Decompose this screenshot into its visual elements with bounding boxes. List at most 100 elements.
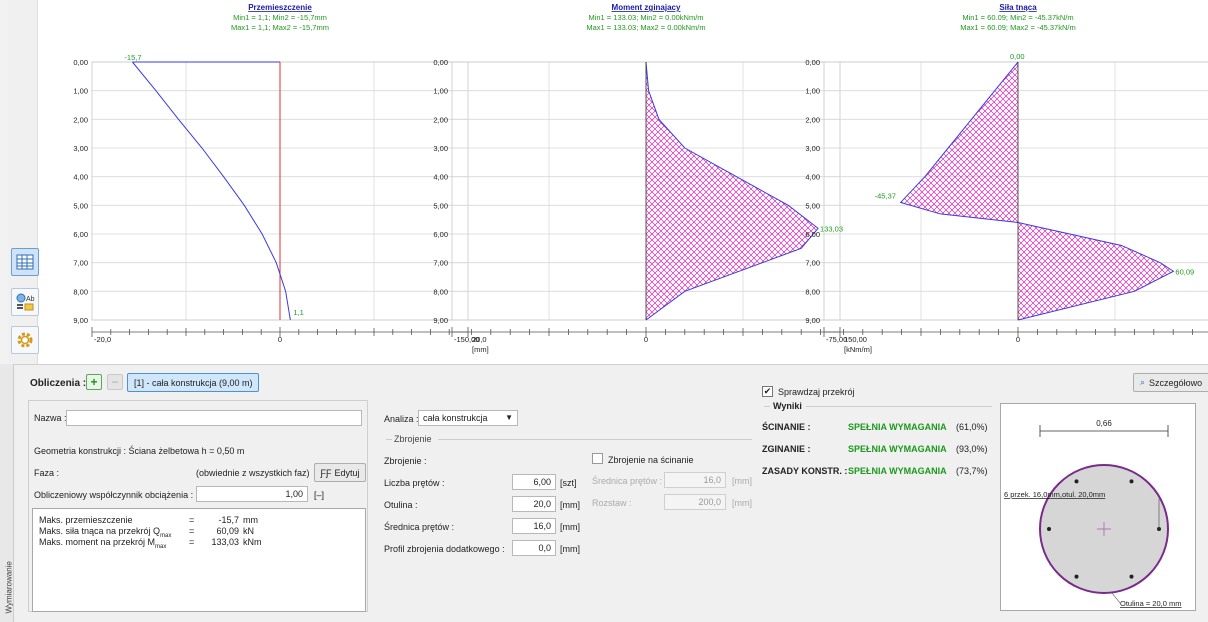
details-label: Szczegółowo bbox=[1149, 377, 1203, 388]
factor-label: Obliczeniowy współczynnik obciążenia : bbox=[34, 490, 194, 500]
y-tick-label: 4,00 bbox=[433, 173, 448, 182]
chart-minmax-line2: Max1 = 133.03; Max2 = 0.00kNm/m bbox=[586, 23, 705, 32]
group-line-right bbox=[438, 439, 752, 440]
y-tick-label: 2,00 bbox=[433, 115, 448, 124]
result-subscript: max bbox=[155, 543, 167, 550]
max-value-label: 60,09 bbox=[1175, 267, 1194, 276]
nazwa-input[interactable] bbox=[66, 410, 362, 426]
result-equals: = bbox=[189, 537, 195, 547]
cover-input[interactable]: 20,0 bbox=[512, 496, 556, 512]
chart-minmax-line1: Min1 = 1,1; Min2 = -15,7mm bbox=[233, 13, 327, 22]
shapes-text-icon: Ab bbox=[16, 293, 35, 311]
result-equals: = bbox=[189, 526, 195, 536]
faza-label: Faza : bbox=[34, 468, 60, 478]
edit-button[interactable]: ƑƑ Edytuj bbox=[314, 463, 366, 482]
plus-icon: + bbox=[90, 375, 98, 389]
x-tick-label: -20,0 bbox=[94, 335, 111, 344]
check-name: ŚCINANIE : bbox=[762, 422, 811, 432]
result-unit: kNm bbox=[243, 537, 262, 547]
x-unit-label: [kNm/m] bbox=[844, 345, 872, 354]
x-unit-label: [mm] bbox=[472, 345, 489, 354]
vertical-tab-label: Wymiarowanie bbox=[4, 561, 14, 614]
y-tick-label: 1,00 bbox=[433, 87, 448, 96]
check-row: ZGINANIE : SPEŁNIA WYMAGANIA (93,0%) bbox=[762, 444, 994, 466]
y-tick-label: 0,00 bbox=[805, 58, 820, 67]
shear-label: Zbrojenie na ścinanie bbox=[608, 455, 694, 465]
y-tick-label: 2,00 bbox=[805, 115, 820, 124]
bars-input[interactable]: 6,00 bbox=[512, 474, 556, 490]
y-tick-label: 3,00 bbox=[433, 144, 448, 153]
x-tick-label: 0 bbox=[278, 335, 282, 344]
shear-checkbox[interactable] bbox=[592, 453, 603, 464]
obliczenia-label: Obliczenia : bbox=[30, 378, 87, 389]
y-tick-label: 2,00 bbox=[73, 115, 88, 124]
spacing-unit: [mm] bbox=[732, 498, 752, 508]
check-results: ŚCINANIE : SPEŁNIA WYMAGANIA (61,0%) ZGINAN… bbox=[762, 422, 994, 488]
remove-analysis-button[interactable]: − bbox=[107, 374, 123, 390]
y-tick-label: 0,00 bbox=[73, 58, 88, 67]
y-tick-label: 8,00 bbox=[805, 287, 820, 296]
y-tick-label: 6,00 bbox=[805, 230, 820, 239]
table-view-button[interactable] bbox=[11, 248, 39, 276]
chart-title: Siła tnąca bbox=[999, 3, 1037, 12]
nazwa-label: Nazwa : bbox=[34, 413, 67, 423]
result-value: 60,09 bbox=[216, 526, 239, 536]
y-tick-label: 5,00 bbox=[73, 201, 88, 210]
results-list: Maks. przemieszczenie = -15,7 mm Maks. siła … bbox=[39, 515, 289, 550]
bars-unit: [szt] bbox=[560, 478, 577, 488]
cover-leader bbox=[1111, 592, 1121, 604]
vertical-tab[interactable]: Wymiarowanie bbox=[0, 364, 14, 622]
check-status: SPEŁNIA WYMAGANIA bbox=[848, 444, 947, 454]
style-settings-button[interactable]: Ab bbox=[11, 288, 39, 316]
cover-label: Otulina : bbox=[384, 500, 418, 510]
analysis-item-button[interactable]: [1] - cała konstrukcja (9,00 m) bbox=[127, 373, 259, 392]
check-status: SPEŁNIA WYMAGANIA bbox=[848, 466, 947, 476]
factor-unit: [–] bbox=[314, 490, 325, 500]
min-value-label: -45,37 bbox=[875, 191, 896, 200]
result-row: Maks. siła tnąca na przekrój Qmax = 60,09 k… bbox=[39, 526, 289, 539]
result-row: Maks. moment na przekrój Mmax = 133,03 kNm bbox=[39, 537, 289, 550]
details-button[interactable]: ⌕ Szczegółowo bbox=[1133, 373, 1208, 392]
check-status: SPEŁNIA WYMAGANIA bbox=[848, 422, 947, 432]
chart-title: Moment zginajacy bbox=[612, 3, 681, 12]
spacing-input[interactable]: 200,0 bbox=[664, 494, 726, 510]
check-section-checkbox[interactable]: ✔ bbox=[762, 386, 773, 397]
width-label: 0,66 bbox=[1096, 419, 1112, 428]
check-name: ZGINANIE : bbox=[762, 444, 811, 454]
diam-label: Średnica prętów : bbox=[384, 522, 455, 532]
wyniki-line-right bbox=[806, 406, 992, 407]
analiza-select[interactable]: cała konstrukcja ▼ bbox=[418, 410, 518, 426]
check-section-label: Sprawdzaj przekrój bbox=[778, 387, 855, 397]
y-tick-label: 1,00 bbox=[73, 87, 88, 96]
diam-input[interactable]: 16,0 bbox=[512, 518, 556, 534]
result-value: -15,7 bbox=[218, 515, 239, 525]
side-toolbar: Ab bbox=[8, 0, 39, 364]
check-percent: (61,0%) bbox=[956, 422, 988, 432]
chart-minmax-line1: Min1 = 60.09; Min2 = -45.37kN/m bbox=[962, 13, 1073, 22]
y-tick-label: 7,00 bbox=[73, 259, 88, 268]
zbrojenie-label: Zbrojenie : bbox=[384, 456, 427, 466]
result-equals: = bbox=[189, 515, 195, 525]
rebar-dot bbox=[1074, 574, 1079, 579]
wyniki-label: Wyniki bbox=[773, 401, 802, 411]
extra-input[interactable]: 0,0 bbox=[512, 540, 556, 556]
add-analysis-button[interactable]: + bbox=[86, 374, 102, 390]
magnifier-icon: ⌕ bbox=[1140, 377, 1146, 387]
factor-input[interactable]: 1,00 bbox=[196, 486, 308, 502]
settings-button[interactable] bbox=[11, 326, 39, 354]
zbrojenie-group-label: Zbrojenie bbox=[394, 434, 432, 444]
faza-value: (obwiednie z wszystkich faz) bbox=[196, 468, 310, 478]
y-tick-label: 7,00 bbox=[805, 259, 820, 268]
shear-diam-input[interactable]: 16,0 bbox=[664, 472, 726, 488]
displacement-line bbox=[132, 61, 291, 321]
area-fill bbox=[646, 62, 819, 320]
chart-minmax-line1: Min1 = 133.03; Min2 = 0.00kNm/m bbox=[588, 13, 703, 22]
rebar-dot bbox=[1129, 574, 1134, 579]
max-value-label: 1,1 bbox=[293, 308, 303, 317]
y-tick-label: 1,00 bbox=[805, 87, 820, 96]
chart-minmax-line2: Max1 = 60.09; Max2 = -45.37kN/m bbox=[960, 23, 1075, 32]
rebar-dot bbox=[1047, 527, 1051, 531]
diam-unit: [mm] bbox=[560, 522, 580, 532]
analiza-label: Analiza : bbox=[384, 414, 419, 424]
group-line-left bbox=[386, 439, 392, 440]
